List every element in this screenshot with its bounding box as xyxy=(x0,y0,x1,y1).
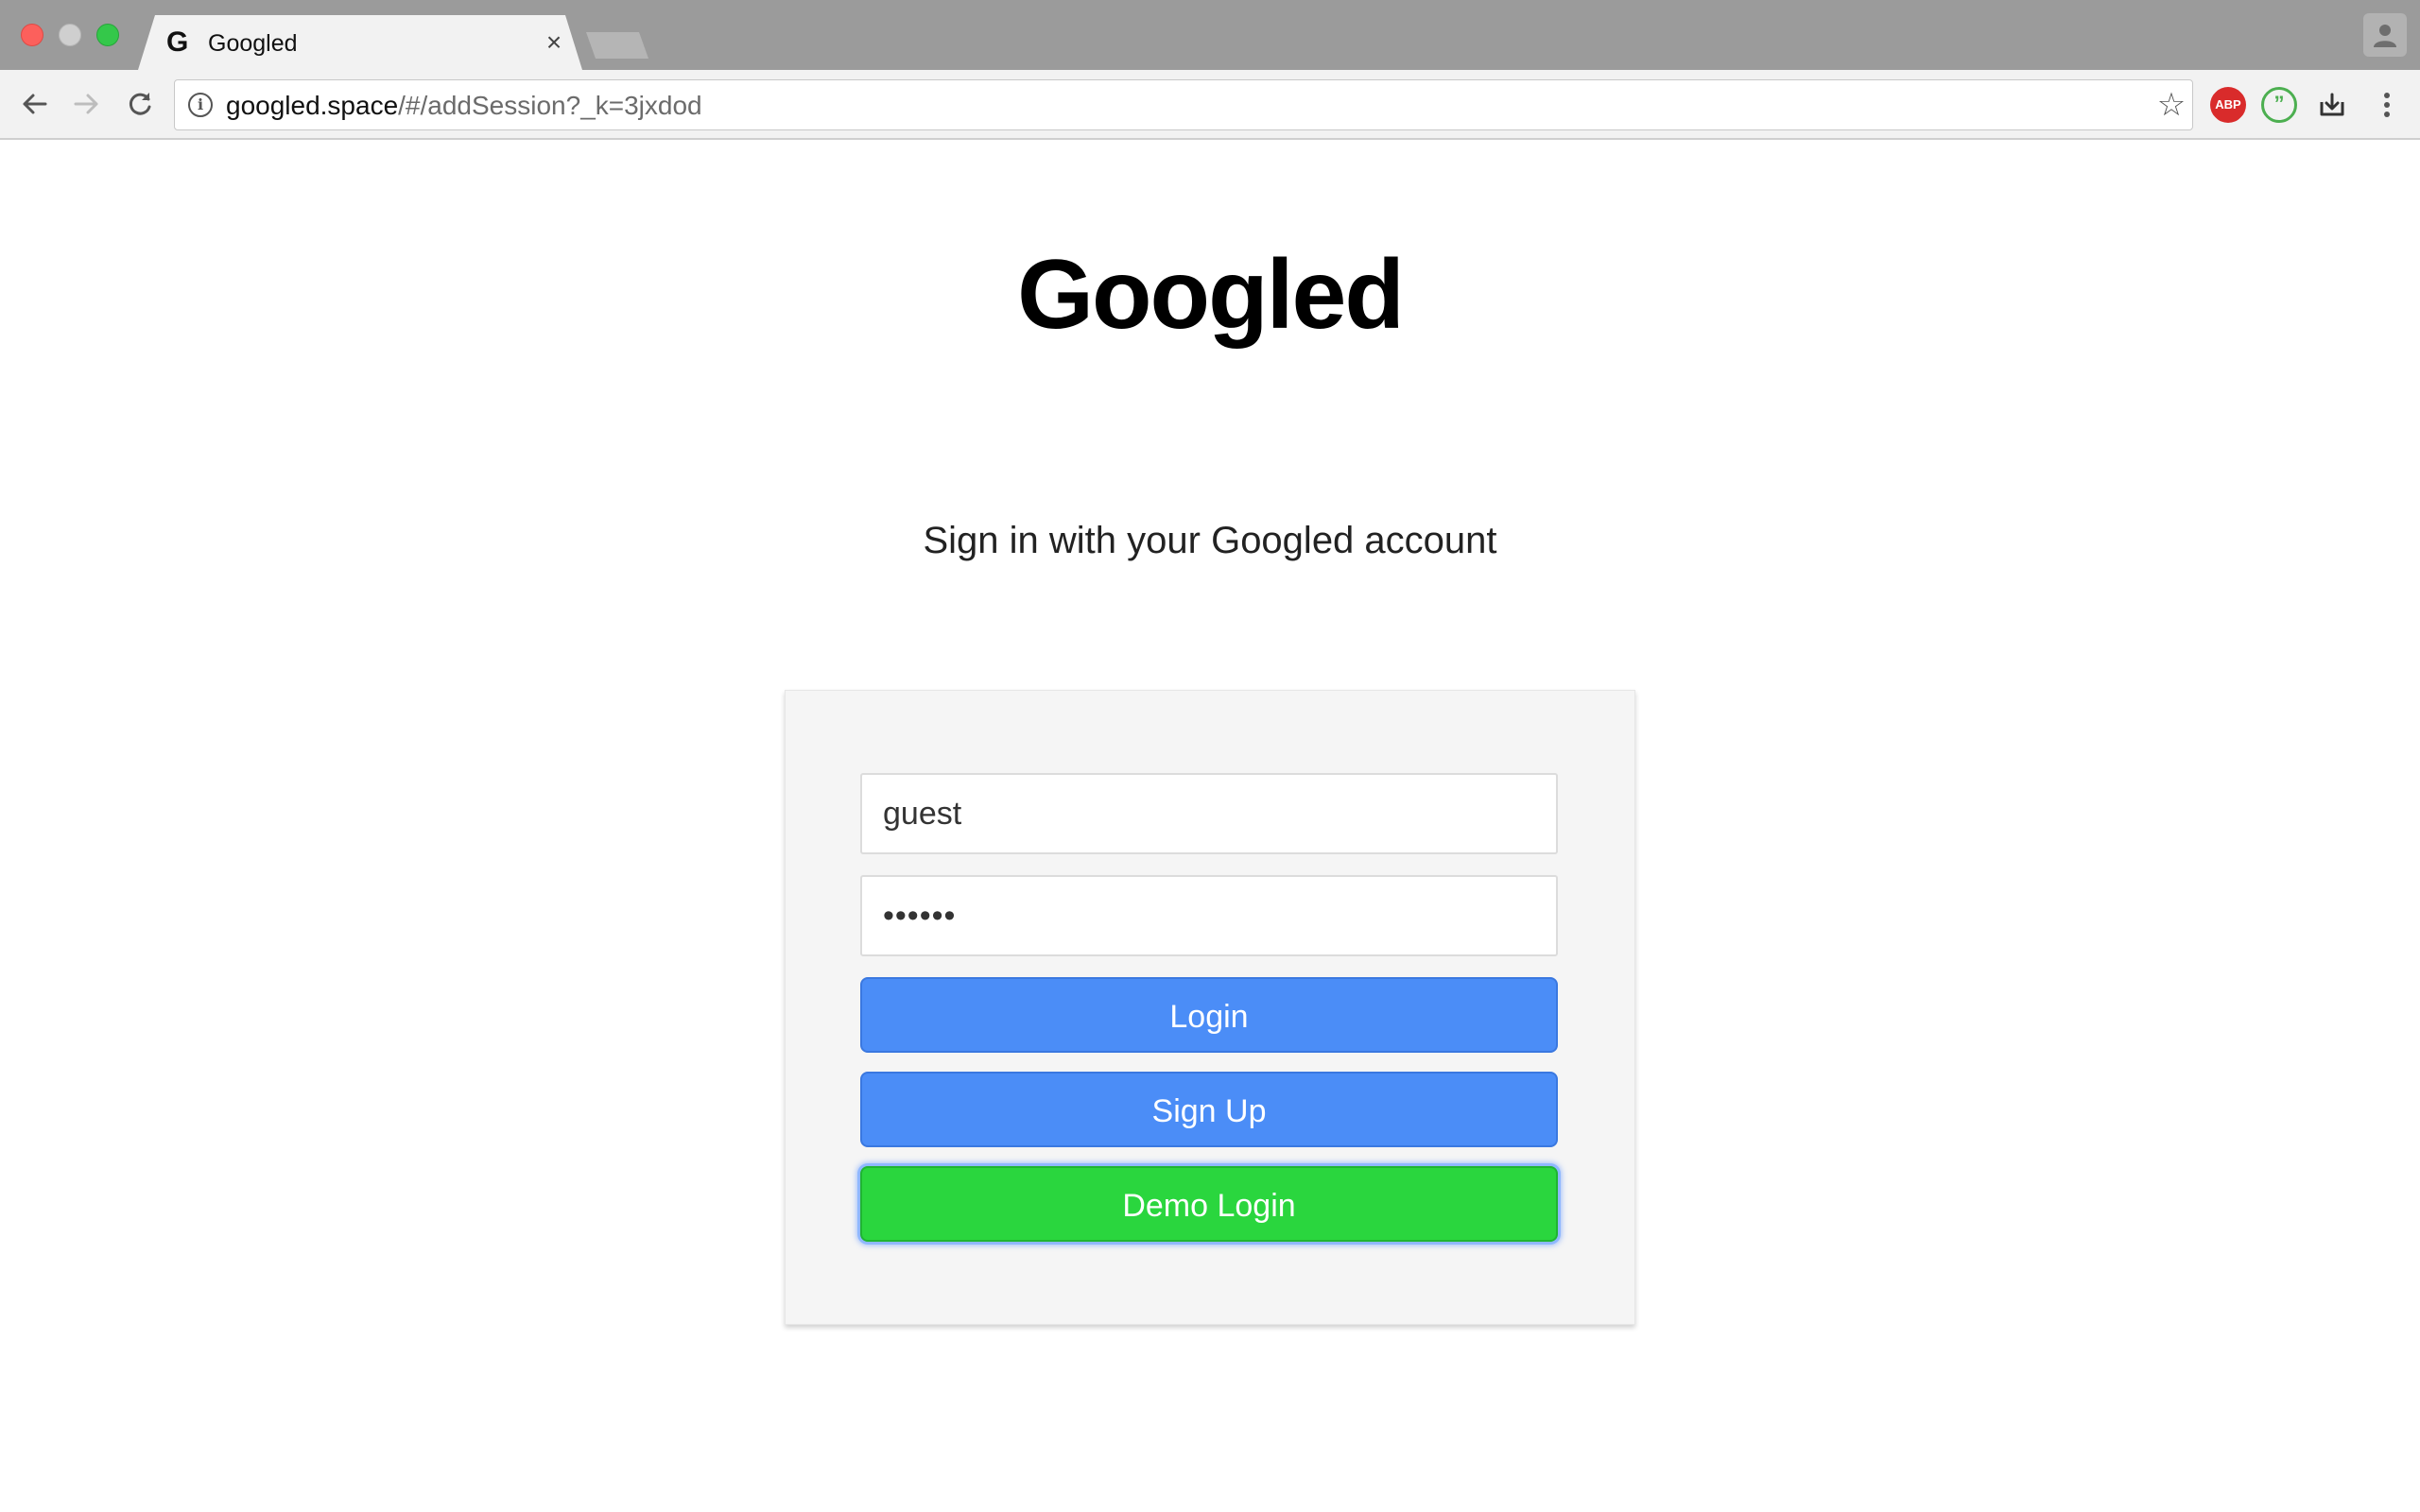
sign-up-button[interactable]: Sign Up xyxy=(860,1072,1558,1147)
browser-tab-active[interactable] xyxy=(138,15,582,70)
url-host: googled.space xyxy=(226,91,399,120)
forward-arrow-icon[interactable] xyxy=(70,87,104,121)
minimize-window-button[interactable] xyxy=(59,24,81,46)
password-input[interactable]: •••••• xyxy=(860,875,1558,956)
demo-login-button[interactable]: Demo Login xyxy=(860,1166,1558,1242)
new-tab-button[interactable] xyxy=(586,32,648,59)
hangouts-icon[interactable]: ” xyxy=(2261,87,2297,123)
tab-close-icon[interactable]: × xyxy=(541,29,567,56)
sign-in-subtitle: Sign in with your Googled account xyxy=(923,520,1497,561)
address-bar[interactable]: i googled.space/#/addSession?_k=3jxdod ☆ xyxy=(174,79,2193,130)
googled-favicon-icon: G xyxy=(166,26,189,58)
login-button[interactable]: Login xyxy=(860,977,1558,1053)
back-arrow-icon[interactable] xyxy=(17,87,51,121)
tab-title: Googled xyxy=(208,30,298,57)
close-window-button[interactable] xyxy=(21,24,43,46)
save-icon[interactable] xyxy=(2314,87,2350,123)
info-icon[interactable]: i xyxy=(188,93,213,117)
more-menu-icon[interactable] xyxy=(2369,87,2405,123)
url-text: googled.space/#/addSession?_k=3jxdod xyxy=(226,91,702,121)
googled-logo: Googled xyxy=(1017,240,1405,350)
url-path: /#/addSession?_k=3jxdod xyxy=(398,91,702,120)
bookmark-star-icon[interactable]: ☆ xyxy=(2154,88,2188,122)
maximize-window-button[interactable] xyxy=(96,24,119,46)
username-input[interactable]: guest xyxy=(860,773,1558,854)
profile-icon[interactable] xyxy=(2363,13,2407,57)
reload-icon[interactable] xyxy=(123,87,157,121)
browser-tab-strip: G Googled × xyxy=(0,0,2420,70)
